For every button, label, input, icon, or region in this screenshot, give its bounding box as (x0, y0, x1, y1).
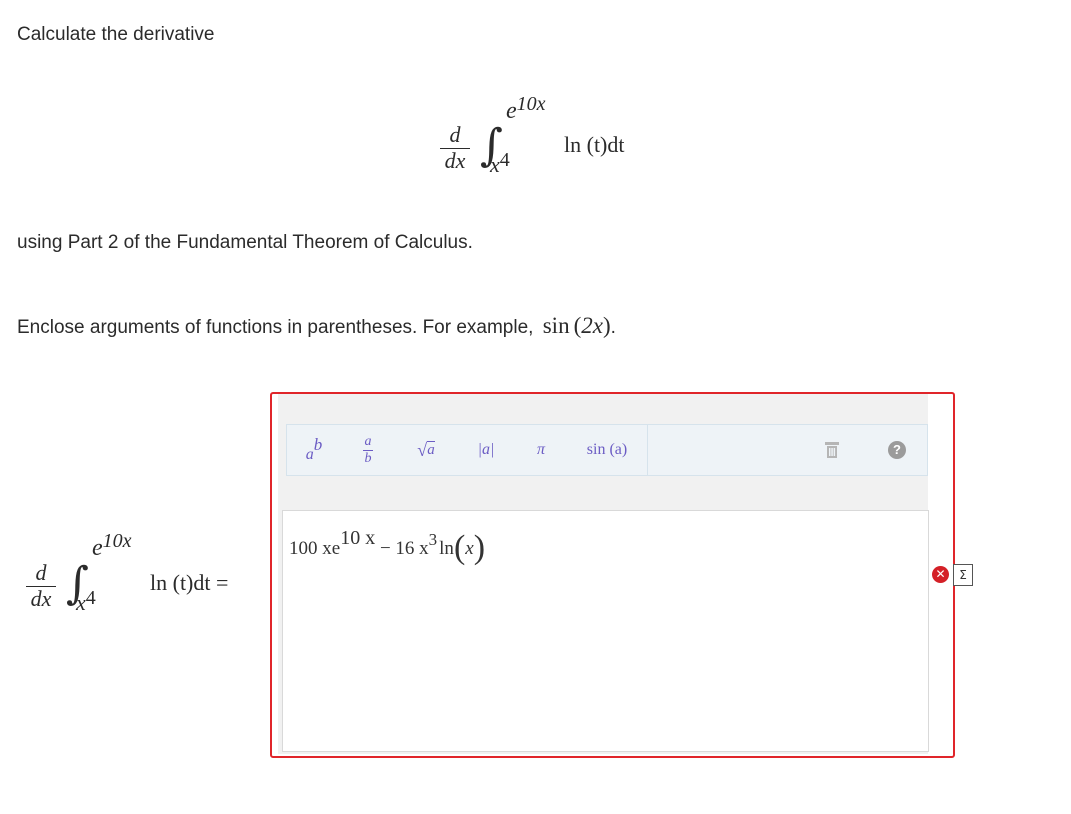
prompt-lower-limit: x4 (76, 587, 96, 615)
theorem-instruction: using Part 2 of the Fundamental Theorem … (17, 232, 473, 253)
prompt-integrand: ln (t)dt = (150, 570, 229, 595)
lower-limit: x4 (490, 149, 510, 177)
derivative-operator: d dx (440, 124, 470, 172)
question-intro: Calculate the derivative (17, 24, 215, 45)
answer-expression: 100 xe10 x − 16 x3 ln(x) (289, 527, 486, 566)
derivative-d: d (449, 122, 461, 147)
answer-box: ab a b √ a |a| π sin (a) ? 100 xe10 x − … (270, 392, 955, 758)
integrand: ln (t)dt (564, 132, 625, 157)
format-instruction: Enclose arguments of functions in parent… (17, 313, 616, 338)
trash-icon[interactable] (807, 425, 857, 475)
upper-limit: e10x (506, 93, 546, 124)
prompt-upper-limit: e10x (92, 530, 132, 561)
abs-button[interactable]: |a| (457, 425, 515, 475)
sin-button[interactable]: sin (a) (567, 425, 647, 475)
math-toolbar: ab a b √ a |a| π sin (a) ? (286, 424, 928, 476)
pi-button[interactable]: π (515, 425, 567, 475)
question-icon[interactable]: ? (877, 425, 917, 475)
sigma-icon[interactable]: Σ (953, 564, 973, 586)
sqrt-button[interactable]: √ a (395, 425, 457, 475)
incorrect-icon: ✕ (932, 566, 949, 583)
power-button[interactable]: ab (287, 425, 341, 475)
prompt-derivative-operator: d dx (26, 562, 56, 610)
fraction-button[interactable]: a b (341, 425, 395, 475)
answer-editor[interactable]: 100 xe10 x − 16 x3 ln(x) (282, 510, 929, 752)
derivative-dx: dx (444, 148, 466, 173)
editor-panel: ab a b √ a |a| π sin (a) ? 100 xe10 x − … (278, 394, 929, 754)
